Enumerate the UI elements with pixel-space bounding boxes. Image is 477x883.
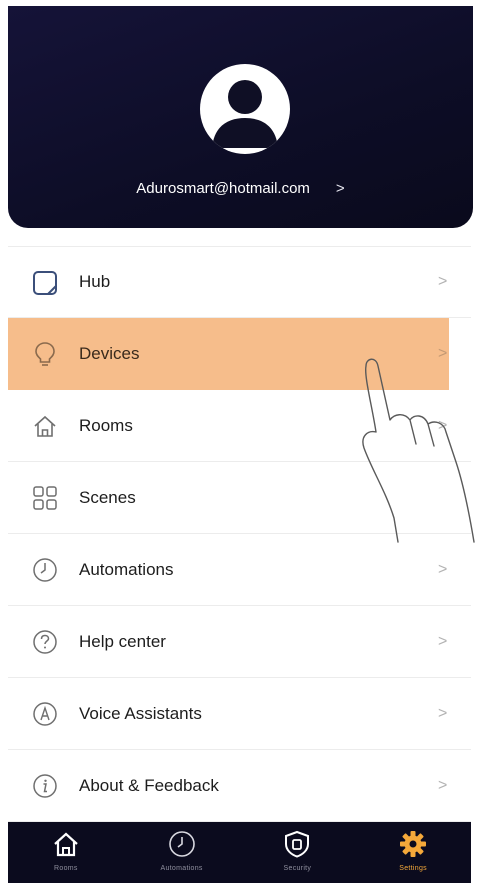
- menu-item-label: Devices: [79, 343, 140, 363]
- bottom-tab-bar: Rooms Automations Security Settings: [8, 822, 471, 883]
- tab-label: Security: [283, 865, 312, 872]
- chevron-right-icon: >: [335, 179, 345, 197]
- chevron-right-icon: >: [438, 776, 448, 794]
- clock-icon: [168, 831, 195, 857]
- shield-icon: [285, 830, 310, 858]
- chevron-right-icon: >: [438, 416, 448, 434]
- info-icon: [32, 773, 58, 799]
- chevron-right-icon: >: [438, 560, 448, 578]
- menu-item-label: Scenes: [79, 487, 136, 507]
- menu-item-about-feedback[interactable]: About & Feedback >: [8, 750, 471, 822]
- menu-item-rooms[interactable]: Rooms >: [8, 390, 471, 462]
- menu-item-voice-assistants[interactable]: Voice Assistants >: [8, 678, 471, 750]
- question-icon: [32, 629, 58, 655]
- menu-item-label: Hub: [79, 272, 111, 291]
- user-silhouette-icon: [212, 80, 278, 148]
- tab-label: Rooms: [54, 865, 78, 872]
- menu-item-automations[interactable]: Automations >: [8, 534, 471, 606]
- bulb-icon: [32, 341, 58, 367]
- tab-label: Automations: [160, 865, 203, 872]
- profile-header: Adurosmart@hotmail.com >: [8, 6, 473, 228]
- chevron-right-icon: >: [438, 273, 448, 290]
- settings-menu: Hub > Devices > Rooms > Scenes Automatio…: [8, 246, 471, 822]
- menu-item-label: Rooms: [79, 415, 133, 435]
- menu-item-hub[interactable]: Hub >: [8, 246, 471, 318]
- chevron-right-icon: >: [438, 632, 448, 650]
- tab-label: Settings: [399, 865, 427, 872]
- house-icon: [32, 413, 58, 439]
- tab-settings[interactable]: Settings: [355, 822, 471, 883]
- menu-item-label: Voice Assistants: [79, 703, 202, 723]
- hub-icon: [32, 270, 58, 296]
- tab-rooms[interactable]: Rooms: [8, 822, 124, 883]
- menu-item-devices[interactable]: Devices >: [8, 318, 449, 390]
- menu-item-help-center[interactable]: Help center >: [8, 606, 471, 678]
- account-email: Adurosmart@hotmail.com: [136, 179, 310, 197]
- chevron-right-icon: >: [438, 344, 448, 362]
- grid-icon: [32, 485, 58, 511]
- menu-item-label: Help center: [79, 631, 166, 651]
- menu-item-scenes[interactable]: Scenes: [8, 462, 471, 534]
- avatar[interactable]: [200, 64, 290, 154]
- menu-item-label: Automations: [79, 559, 174, 579]
- chevron-right-icon: >: [438, 704, 448, 722]
- clock-icon: [32, 557, 58, 583]
- menu-item-label: About & Feedback: [79, 775, 219, 795]
- account-email-row[interactable]: Adurosmart@hotmail.com >: [8, 176, 473, 200]
- gear-icon: [400, 831, 427, 857]
- home-icon: [54, 832, 78, 857]
- voice-icon: [32, 701, 58, 727]
- tab-security[interactable]: Security: [240, 822, 356, 883]
- tab-automations[interactable]: Automations: [124, 822, 240, 883]
